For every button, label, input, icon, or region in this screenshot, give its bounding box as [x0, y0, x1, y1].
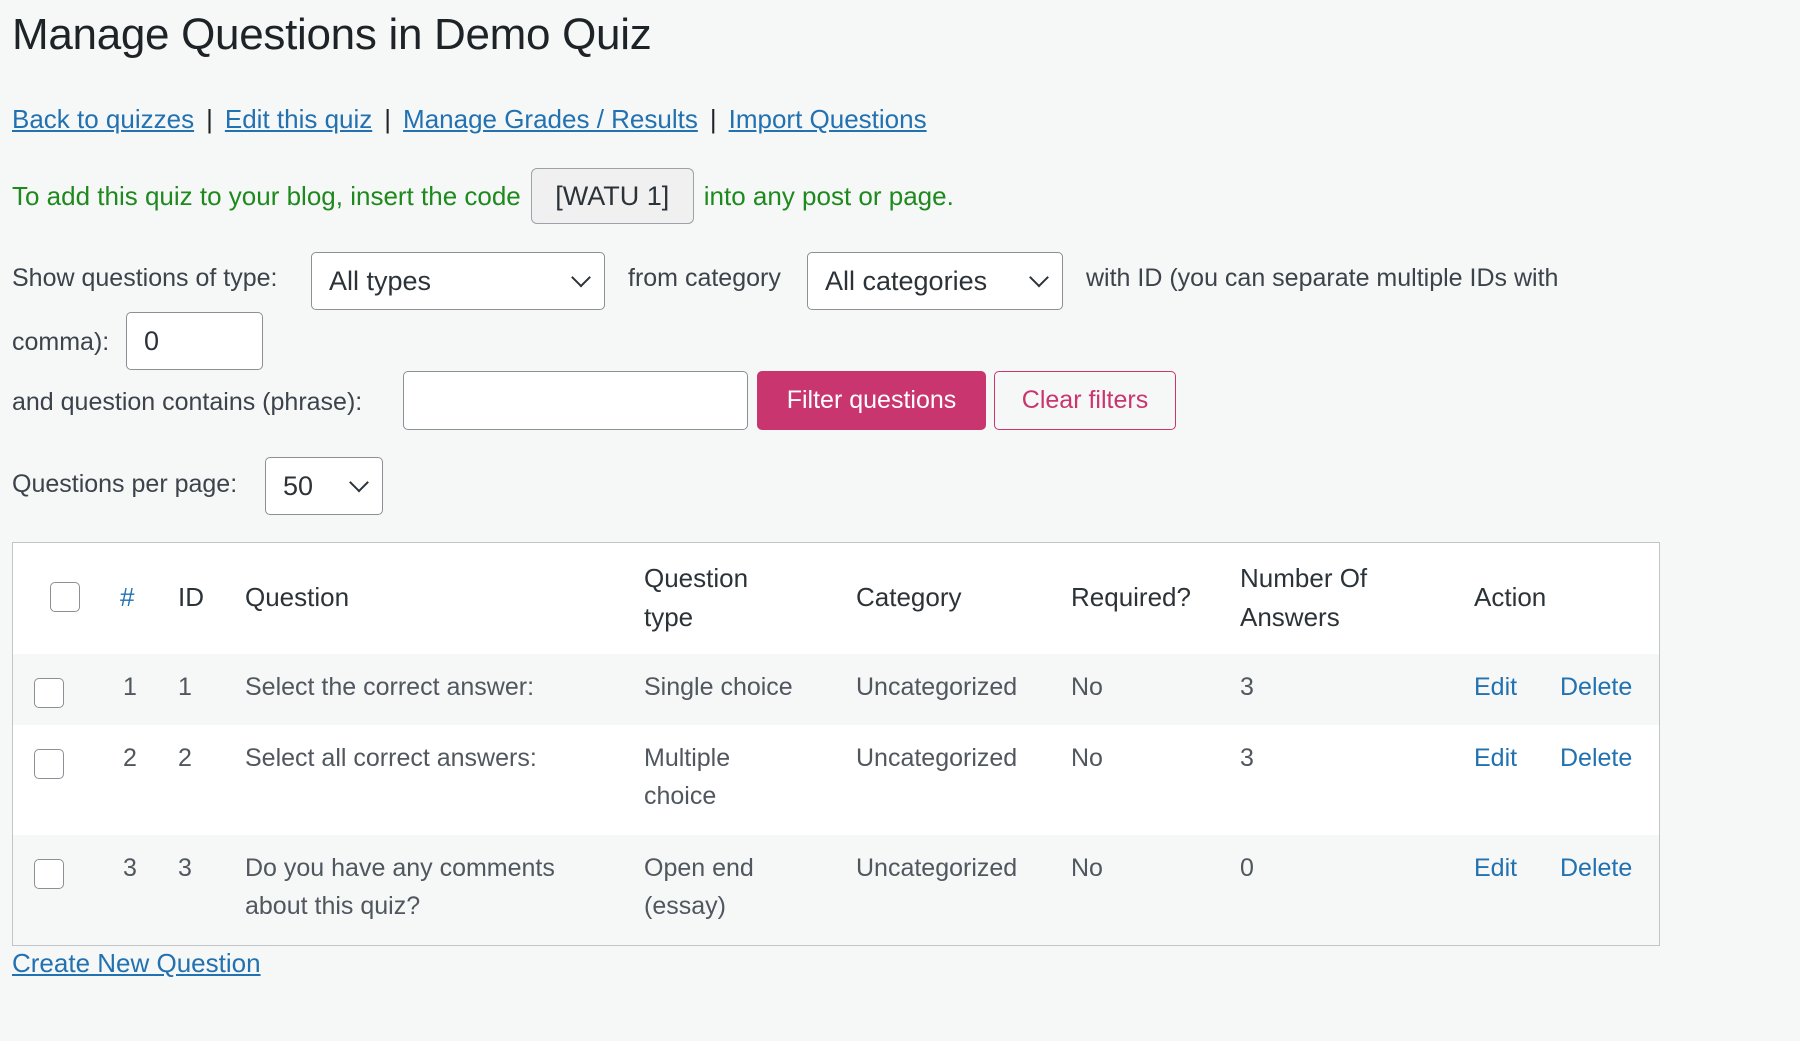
row-checkbox[interactable] — [34, 859, 64, 889]
page-title: Manage Questions in Demo Quiz — [12, 10, 652, 59]
table-header: # ID Question Question type Category Req… — [13, 543, 1659, 655]
category-select-value: All categories — [825, 265, 988, 296]
shortcode-notice: To add this quiz to your blog, insert th… — [12, 167, 954, 225]
edit-question-link[interactable]: Edit — [1474, 739, 1517, 777]
link-separator: | — [384, 104, 392, 134]
column-header-answers: Number Of Answers — [1240, 559, 1367, 637]
edit-quiz-link[interactable]: Edit this quiz — [225, 104, 372, 134]
delete-question-link[interactable]: Delete — [1560, 739, 1632, 777]
link-separator: | — [206, 104, 213, 134]
row-category: Uncategorized — [856, 744, 1018, 772]
chevron-down-icon — [349, 472, 369, 493]
per-page-label: Questions per page: — [12, 470, 238, 498]
column-header-type: Question type — [644, 559, 748, 637]
row-answers: 3 — [1240, 673, 1254, 701]
type-select-value: All types — [329, 265, 432, 296]
column-header-type-line2: type — [644, 602, 694, 632]
table-row: 3 3 Do you have any comments about this q… — [13, 835, 1659, 945]
row-answers: 3 — [1240, 744, 1254, 772]
category-select[interactable]: All categories — [807, 252, 1063, 310]
phrase-filter-input[interactable] — [403, 371, 748, 430]
column-header-id: ID — [178, 582, 204, 612]
row-id: 2 — [178, 744, 192, 772]
import-questions-link[interactable]: Import Questions — [729, 104, 927, 134]
delete-question-link[interactable]: Delete — [1560, 668, 1632, 706]
row-required: No — [1071, 673, 1103, 701]
shortcode-notice-after: into any post or page. — [703, 180, 954, 211]
questions-table: # ID Question Question type Category Req… — [12, 542, 1660, 946]
row-question: Select all correct answers: — [245, 744, 537, 772]
row-number: 1 — [123, 673, 137, 701]
id-filter-input[interactable] — [126, 312, 263, 370]
row-id: 3 — [178, 854, 192, 882]
chevron-down-icon — [571, 267, 591, 288]
id-filter-label-cont: comma): — [12, 328, 110, 356]
row-question: Do you have any comments about this quiz? — [245, 854, 555, 920]
row-id: 1 — [178, 673, 192, 701]
column-header-required: Required? — [1071, 582, 1191, 612]
row-type: Multiple choice — [644, 744, 731, 810]
column-header-answers-line2: Answers — [1240, 602, 1340, 632]
column-header-category: Category — [856, 582, 962, 612]
type-filter-label: Show questions of type: — [12, 264, 278, 292]
edit-question-link[interactable]: Edit — [1474, 668, 1517, 706]
per-page-select[interactable]: 50 — [265, 457, 383, 515]
type-select[interactable]: All types — [311, 252, 605, 310]
row-required: No — [1071, 854, 1103, 882]
row-number: 2 — [123, 744, 137, 772]
select-all-checkbox[interactable] — [50, 582, 80, 612]
filter-questions-button[interactable]: Filter questions — [757, 371, 986, 430]
back-to-quizzes-link[interactable]: Back to quizzes — [12, 104, 194, 134]
column-header-answers-line1: Number Of — [1240, 563, 1368, 593]
table-row: 1 1 Select the correct answer: Single ch… — [13, 654, 1659, 725]
clear-filters-button[interactable]: Clear filters — [994, 371, 1176, 430]
row-number: 3 — [123, 854, 137, 882]
row-checkbox[interactable] — [34, 749, 64, 779]
row-type: Open end (essay) — [644, 854, 754, 920]
row-category: Uncategorized — [856, 673, 1018, 701]
link-separator: | — [709, 104, 717, 134]
per-page-select-value: 50 — [283, 470, 314, 501]
row-required: No — [1071, 744, 1103, 772]
row-question: Select the correct answer: — [245, 673, 535, 701]
id-filter-label: with ID (you can separate multiple IDs w… — [1086, 264, 1559, 292]
manage-grades-link[interactable]: Manage Grades / Results — [403, 104, 698, 134]
row-checkbox[interactable] — [34, 678, 64, 708]
column-header-number[interactable]: # — [120, 578, 134, 617]
edit-question-link[interactable]: Edit — [1474, 849, 1517, 887]
row-category: Uncategorized — [856, 854, 1018, 882]
category-filter-label: from category — [628, 264, 781, 292]
delete-question-link[interactable]: Delete — [1560, 849, 1632, 887]
table-row: 2 2 Select all correct answers: Multiple… — [13, 725, 1659, 835]
create-new-question-link[interactable]: Create New Question — [12, 948, 261, 979]
row-type: Single choice — [644, 673, 793, 701]
row-answers: 0 — [1240, 854, 1254, 882]
column-header-type-line1: Question — [644, 563, 749, 593]
phrase-filter-label: and question contains (phrase): — [12, 388, 363, 416]
quiz-nav-links: Back to quizzes | Edit this quiz | Manage Gr… — [12, 104, 927, 135]
shortcode-box[interactable]: [WATU 1] — [530, 168, 694, 224]
column-header-action: Action — [1474, 582, 1547, 612]
shortcode-notice-before: To add this quiz to your blog, insert th… — [12, 180, 521, 211]
chevron-down-icon — [1029, 267, 1049, 288]
column-header-question: Question — [245, 582, 350, 612]
